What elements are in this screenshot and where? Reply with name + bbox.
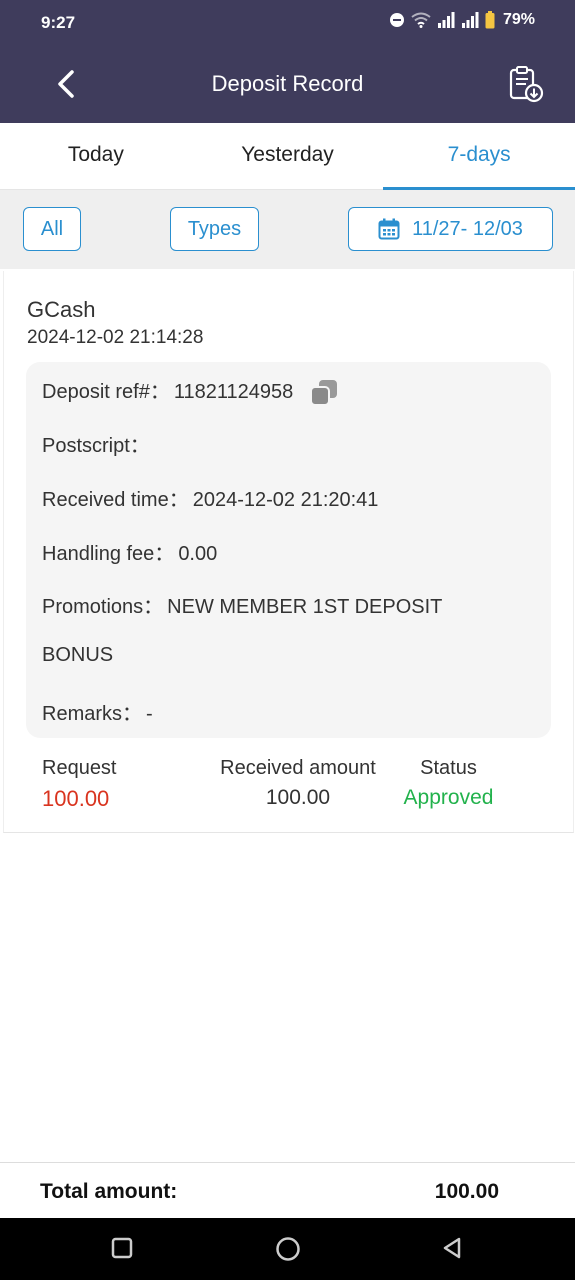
total-bar: Total amount: 100.00: [0, 1162, 575, 1219]
received-time-label: Received time：: [42, 489, 189, 511]
deposit-details-panel: Deposit ref#： 11821124958 Postscript： Rec…: [26, 362, 551, 738]
dnd-icon: [389, 13, 404, 27]
signal-icon: [437, 12, 455, 28]
home-icon[interactable]: [275, 1236, 301, 1262]
postscript-label: Postscript：: [42, 435, 150, 457]
date-range-label: 11/27- 12/03: [412, 217, 523, 240]
status-column: Status Approved: [396, 757, 501, 810]
battery-percent: 79%: [502, 11, 535, 28]
navbar: Deposit Record: [0, 46, 575, 123]
deposit-datetime: 2024-12-02 21:14:28: [27, 327, 204, 348]
deposit-ref-label: Deposit ref#：: [42, 381, 170, 403]
app-header: 9:27 79% Deposit Record: [0, 0, 575, 123]
calendar-icon: [378, 218, 400, 240]
remarks-value: -: [146, 703, 153, 725]
status-bar: 9:27 79%: [0, 0, 575, 46]
received-time-row: Received time： 2024-12-02 21:20:41: [42, 483, 378, 512]
remarks-row: Remarks： -: [42, 697, 153, 726]
export-record-button[interactable]: [505, 64, 545, 104]
promotions-continuation: BONUS: [42, 644, 114, 666]
signal-icon: [461, 12, 479, 28]
date-range-button[interactable]: 11/27- 12/03: [348, 207, 553, 251]
handling-fee-label: Handling fee：: [42, 543, 175, 565]
status-label: Status: [420, 757, 477, 779]
copy-icon[interactable]: [309, 379, 339, 407]
tab-7-days[interactable]: 7-days: [383, 123, 575, 190]
system-navigation-bar: [0, 1218, 575, 1280]
deposit-record-card: GCash 2024-12-02 21:14:28 Deposit ref#： 1…: [3, 271, 574, 833]
handling-fee-value: 0.00: [178, 543, 218, 565]
deposit-ref-value: 11821124958: [173, 381, 294, 403]
request-value: 100.00: [42, 786, 110, 811]
tab-today[interactable]: Today: [0, 123, 192, 189]
amount-summary: Request 100.00 Received amount 100.00 St…: [4, 757, 573, 817]
payment-method: GCash: [27, 297, 96, 322]
received-time-value: 2024-12-02 21:20:41: [192, 489, 379, 511]
status-time: 9:27: [41, 13, 76, 32]
request-label: Request: [42, 757, 117, 779]
deposit-ref-row: Deposit ref#： 11821124958: [42, 375, 339, 407]
tab-yesterday[interactable]: Yesterday: [192, 123, 384, 189]
promotions-label: Promotions：: [42, 596, 164, 618]
page-title: Deposit Record: [211, 71, 364, 96]
battery-icon: [485, 11, 495, 29]
filter-bar: All Types 11/27- 12/03: [0, 190, 575, 269]
received-amount-label: Received amount: [220, 757, 376, 779]
clipboard-download-icon: [509, 66, 544, 103]
received-amount-value: 100.00: [265, 786, 331, 809]
postscript-row: Postscript：: [42, 429, 154, 458]
promotions-value: NEW MEMBER 1ST DEPOSIT: [167, 596, 443, 618]
received-amount-column: Received amount 100.00: [208, 757, 388, 810]
request-column: Request 100.00: [42, 757, 117, 812]
date-tabs: Today Yesterday 7-days: [0, 123, 575, 190]
status-icons: 79%: [389, 11, 535, 29]
remarks-label: Remarks：: [42, 703, 143, 725]
handling-fee-row: Handling fee： 0.00: [42, 537, 217, 566]
promotions-row: Promotions： NEW MEMBER 1ST DEPOSIT: [42, 590, 442, 619]
recents-icon[interactable]: [110, 1236, 134, 1260]
wifi-icon: [411, 12, 431, 28]
total-amount-value: 100.00: [434, 1180, 499, 1203]
all-filter-button[interactable]: All: [23, 207, 81, 251]
back-nav-icon[interactable]: [440, 1236, 464, 1260]
status-badge: Approved: [403, 786, 494, 809]
total-amount-label: Total amount:: [40, 1180, 178, 1203]
types-filter-button[interactable]: Types: [170, 207, 259, 251]
